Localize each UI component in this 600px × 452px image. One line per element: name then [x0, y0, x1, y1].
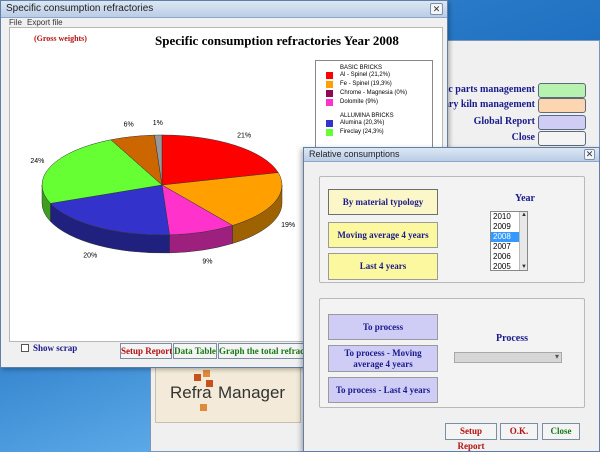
- legend-swatch: [326, 129, 333, 136]
- chevron-down-icon[interactable]: ▾: [555, 352, 559, 361]
- data-table-button[interactable]: Data Table: [173, 343, 217, 359]
- global-report-button[interactable]: [538, 115, 586, 130]
- legend-label: Chrome - Magnesia (0%): [340, 90, 408, 96]
- to-process-last-4-years-button[interactable]: To process - Last 4 years: [328, 377, 438, 403]
- year-listbox[interactable]: 2010 2009 2008 2007 2006 2005 ▲ ▼: [490, 211, 528, 271]
- setup-report-button[interactable]: Setup Report: [120, 343, 172, 359]
- pie-data-label: 9%: [202, 258, 212, 265]
- gross-weights-label: (Gross weights): [34, 34, 87, 43]
- by-material-typology-button[interactable]: By material typology: [328, 189, 438, 215]
- legend-item: Chrome - Magnesia (0%): [316, 89, 432, 98]
- pie-data-label: 21%: [237, 132, 251, 139]
- legend-item: Alumina (20,3%): [316, 119, 432, 128]
- legend-item: Al - Spinel (21,2%): [316, 71, 432, 80]
- ok-button[interactable]: O.K.: [500, 423, 538, 440]
- close-icon[interactable]: ✕: [584, 149, 595, 160]
- year-label: Year: [515, 193, 535, 204]
- legend-swatch: [326, 120, 333, 127]
- legend-swatch: [326, 81, 333, 88]
- legend-swatch: [326, 99, 333, 106]
- global-report-row: Global Report: [446, 115, 600, 131]
- logo-text-refra: Refra: [170, 383, 212, 402]
- to-process-button[interactable]: To process: [328, 314, 438, 340]
- setup-report-button[interactable]: Setup Report: [445, 423, 497, 451]
- global-report-label: Global Report: [473, 116, 535, 127]
- menu-file[interactable]: File: [9, 18, 22, 27]
- legend-swatch: [326, 72, 333, 79]
- legend-item: Fireclay (24,3%): [316, 128, 432, 137]
- year-scrollbar[interactable]: ▲ ▼: [519, 212, 527, 270]
- pie-data-label: 19%: [281, 222, 295, 229]
- pie-data-label: 6%: [124, 122, 134, 129]
- process-label: Process: [496, 333, 529, 344]
- legend-swatch: [326, 90, 333, 97]
- logo-text-manager: Manager: [218, 383, 286, 402]
- menu-export-file[interactable]: Export file: [27, 18, 63, 27]
- logo-square: [194, 374, 201, 381]
- legend-label: Dolomite (9%): [340, 99, 379, 105]
- legend-label: Alumina (20,3%): [340, 120, 385, 126]
- show-scrap-checkbox[interactable]: [21, 344, 29, 352]
- rotary-kiln-row: Rotary kiln management: [428, 98, 600, 114]
- pie-data-label: 20%: [83, 253, 97, 260]
- to-process-moving-average-button[interactable]: To process - Moving average 4 years: [328, 345, 438, 372]
- legend-label: Al - Spinel (21,2%): [340, 72, 391, 78]
- moving-average-4-years-button[interactable]: Moving average 4 years: [328, 222, 438, 248]
- year-group: By material typology Moving average 4 ye…: [319, 176, 585, 283]
- chart-title: Specific consumption refractories Year 2…: [155, 33, 399, 48]
- close-row: Close: [446, 131, 600, 147]
- close-label: Close: [511, 132, 535, 143]
- pie-data-label: 1%: [153, 120, 163, 127]
- graph-total-refractory-button[interactable]: Graph the total refractory: [218, 343, 306, 359]
- rotary-kiln-button[interactable]: [538, 98, 586, 113]
- legend-item: Fe - Spinel (19,3%): [316, 80, 432, 89]
- logo-square: [200, 404, 207, 411]
- chart-legend: BASIC BRICKS Al - Spinel (21,2%) Fe - Spin…: [315, 60, 433, 148]
- pie-data-label: 24%: [30, 158, 44, 165]
- legend-label: Fireclay (24,3%): [340, 129, 384, 135]
- last-4-years-button[interactable]: Last 4 years: [328, 253, 438, 280]
- process-dropdown[interactable]: ▾: [454, 352, 562, 363]
- static-parts-row: Static parts management: [428, 83, 600, 99]
- scroll-up-icon[interactable]: ▲: [521, 212, 527, 218]
- close-icon[interactable]: ✕: [430, 3, 443, 15]
- chart-window-title: Specific consumption refractories: [6, 3, 154, 14]
- relative-window-titlebar: Relative consumptions ✕: [304, 148, 599, 162]
- logo-square: [203, 370, 210, 377]
- static-parts-button[interactable]: [538, 83, 586, 98]
- scroll-down-icon[interactable]: ▼: [521, 264, 527, 270]
- chart-window-titlebar: Specific consumption refractories ✕: [1, 1, 447, 18]
- refra-manager-logo: Refra Manager: [155, 363, 301, 423]
- show-scrap-label: Show scrap: [33, 343, 78, 353]
- close-button[interactable]: Close: [542, 423, 580, 440]
- legend-item: Dolomite (9%): [316, 98, 432, 107]
- relative-window-title: Relative consumptions: [309, 149, 400, 159]
- relative-consumptions-window: Relative consumptions ✕ By material typo…: [303, 147, 600, 452]
- close-app-button[interactable]: [538, 131, 586, 146]
- legend-label: Fe - Spinel (19,3%): [340, 81, 392, 87]
